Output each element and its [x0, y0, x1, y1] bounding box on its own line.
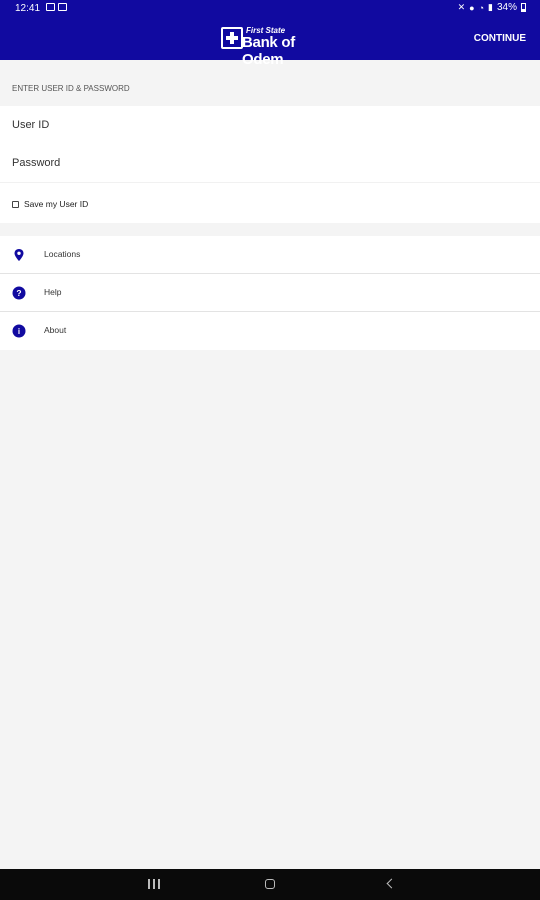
app-bar: First State Bank of Odem CONTINUE: [0, 17, 540, 68]
battery-percentage: 34%: [496, 2, 517, 13]
signal-icon: ▮: [488, 2, 493, 12]
login-form: User ID Password Save my User ID: [0, 106, 540, 223]
location-pin-icon: [14, 249, 24, 261]
system-nav-bar: [0, 869, 540, 900]
section-header: ENTER USER ID & PASSWORD: [12, 84, 130, 93]
notification-icons: [46, 3, 67, 11]
menu-list: Locations ? Help i About: [0, 236, 540, 350]
bank-logo: First State Bank of Odem: [221, 26, 321, 68]
status-right: ✕ ● ◔ ▮ 34%: [458, 2, 526, 13]
logo-mark-icon: [221, 27, 243, 49]
menu-item-help[interactable]: ? Help: [0, 274, 540, 312]
battery-icon: [521, 3, 526, 12]
menu-item-label: Locations: [44, 249, 81, 259]
password-field[interactable]: Password: [12, 157, 60, 169]
location-status-icon: ●: [469, 2, 475, 13]
svg-text:i: i: [18, 327, 20, 336]
save-user-id-label: Save my User ID: [24, 199, 89, 209]
continue-button[interactable]: CONTINUE: [474, 33, 526, 44]
field-divider: [0, 182, 540, 183]
gallery-notification-icon: [46, 3, 55, 11]
back-button[interactable]: [381, 877, 401, 891]
menu-item-about[interactable]: i About: [0, 312, 540, 350]
save-user-id-row[interactable]: Save my User ID: [12, 199, 88, 209]
logo-bottom-text: Bank of Odem: [242, 34, 295, 68]
menu-item-label: Help: [44, 287, 62, 297]
save-user-id-checkbox[interactable]: [12, 200, 19, 208]
help-icon: ?: [12, 286, 26, 300]
wifi-icon: ◔: [478, 2, 485, 13]
mute-icon: ✕: [457, 2, 466, 12]
info-icon: i: [12, 324, 26, 338]
app-notification-icon: [58, 3, 67, 11]
menu-item-label: About: [44, 325, 67, 335]
status-bar: 12:41 ✕ ● ◔ ▮ 34%: [0, 0, 540, 17]
status-time: 12:41: [15, 3, 41, 14]
svg-text:?: ?: [16, 288, 21, 298]
menu-item-locations[interactable]: Locations: [0, 236, 540, 274]
user-id-field[interactable]: User ID: [12, 119, 49, 131]
home-button[interactable]: [261, 877, 281, 891]
recent-apps-button[interactable]: [144, 877, 164, 891]
